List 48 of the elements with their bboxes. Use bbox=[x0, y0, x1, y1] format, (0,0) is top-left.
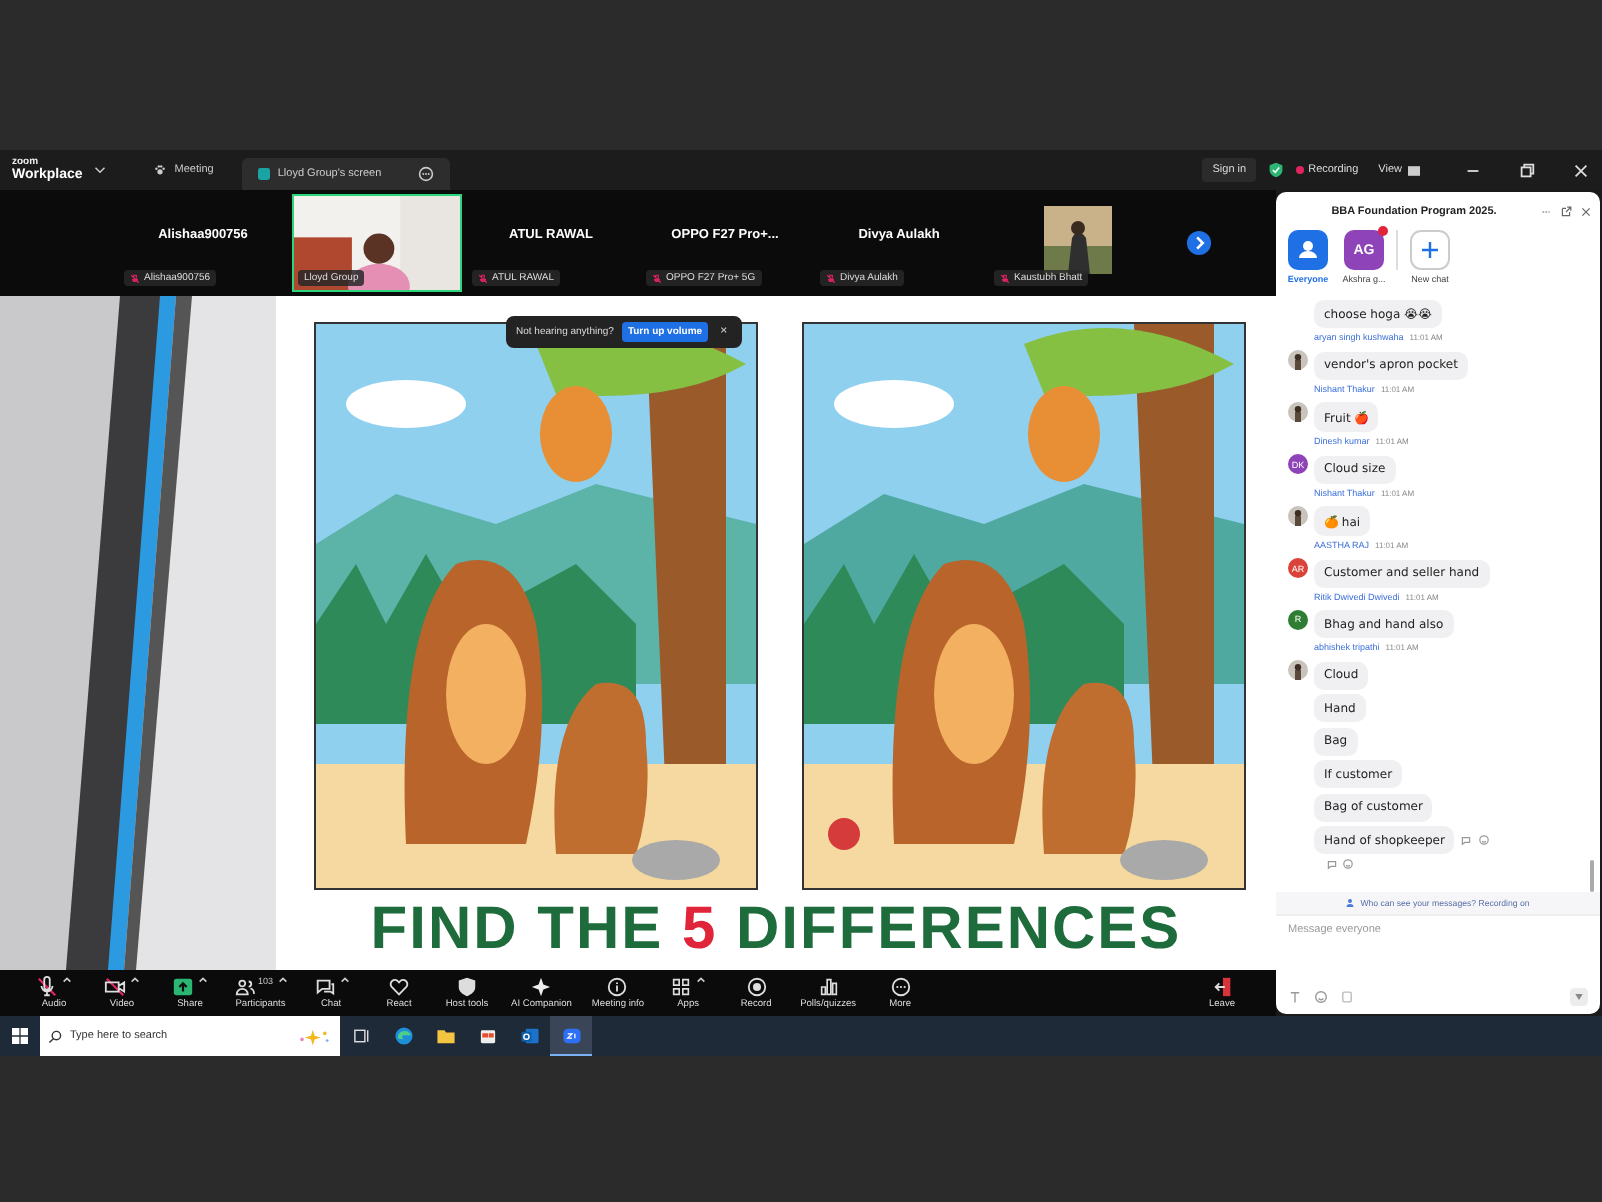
caret-icon bbox=[198, 976, 208, 984]
caret-icon bbox=[339, 976, 350, 984]
shield-check-icon bbox=[1268, 162, 1285, 178]
plus-icon bbox=[1410, 230, 1450, 270]
chat-bubble-icon bbox=[313, 976, 336, 998]
record-icon bbox=[745, 976, 768, 998]
pop-out-icon[interactable] bbox=[1560, 205, 1572, 217]
share-icon bbox=[172, 976, 194, 998]
windows-start-icon[interactable] bbox=[12, 1028, 28, 1044]
more-icon[interactable] bbox=[417, 166, 434, 182]
store-icon bbox=[477, 1025, 497, 1045]
send-icon[interactable] bbox=[1570, 988, 1588, 1006]
person-lock-icon bbox=[1346, 898, 1357, 908]
sparkle-icon bbox=[530, 976, 553, 998]
reply-icon[interactable] bbox=[1326, 858, 1338, 870]
everyone-icon bbox=[1288, 230, 1328, 270]
video-app-icon bbox=[561, 1025, 581, 1045]
info-icon bbox=[606, 976, 629, 998]
apps-icon bbox=[670, 976, 693, 998]
close-icon[interactable] bbox=[1580, 205, 1592, 217]
search-icon bbox=[48, 1029, 62, 1043]
restore-icon[interactable] bbox=[1518, 161, 1536, 179]
more-icon bbox=[889, 976, 912, 998]
emoji-react-icon[interactable] bbox=[1342, 858, 1354, 870]
slide-title: FIND THE 5 DIFFERENCES bbox=[370, 896, 1182, 964]
text-format-icon[interactable] bbox=[1288, 990, 1302, 1004]
emoji-react-icon[interactable] bbox=[1478, 834, 1491, 846]
emoji-icon[interactable] bbox=[1314, 990, 1328, 1004]
scrollbar[interactable] bbox=[1589, 860, 1594, 892]
microphone-icon bbox=[36, 976, 58, 998]
reply-icon[interactable] bbox=[1460, 834, 1473, 846]
caret-icon bbox=[62, 976, 72, 984]
browser-icon bbox=[393, 1025, 413, 1045]
shield-icon bbox=[456, 976, 479, 998]
chevron-down-icon[interactable] bbox=[94, 166, 107, 174]
camera-icon bbox=[104, 976, 126, 998]
people-icon bbox=[234, 976, 256, 998]
heart-icon bbox=[388, 976, 411, 998]
mail-app-icon bbox=[519, 1025, 539, 1045]
caret-icon bbox=[277, 976, 288, 984]
caret-icon bbox=[130, 976, 140, 984]
paw-icon bbox=[154, 164, 167, 176]
bar-chart-icon bbox=[817, 976, 840, 998]
exit-icon bbox=[1211, 976, 1233, 998]
sparkle-icon bbox=[296, 1027, 332, 1045]
folder-icon bbox=[435, 1025, 455, 1045]
caret-icon bbox=[696, 976, 707, 984]
task-view-icon bbox=[351, 1025, 371, 1045]
